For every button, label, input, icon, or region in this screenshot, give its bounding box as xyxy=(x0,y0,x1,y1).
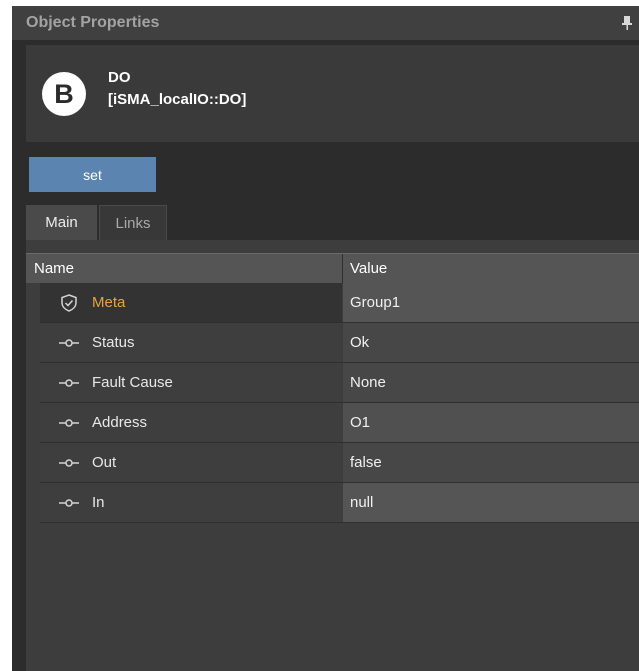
column-header-name[interactable]: Name xyxy=(34,254,74,283)
table-row-in[interactable]: In null xyxy=(26,483,639,523)
property-name: Address xyxy=(92,414,148,431)
pin-icon[interactable] xyxy=(621,15,633,31)
table-header: Name Value xyxy=(26,253,639,283)
property-value-cell[interactable]: Group1 xyxy=(343,283,639,322)
property-value: Ok xyxy=(350,334,370,351)
row-divider xyxy=(40,522,639,523)
tab-links[interactable]: Links xyxy=(99,205,167,240)
tab-main[interactable]: Main xyxy=(26,205,97,240)
column-header-value[interactable]: Value xyxy=(350,254,387,283)
property-name: Fault Cause xyxy=(92,374,173,391)
object-properties-panel: Object Properties B DO [iSMA_localIO::DO… xyxy=(12,6,639,671)
property-name-cell: Meta xyxy=(40,283,342,322)
properties-content: Name Value Meta Group1 Status Ok Fault C… xyxy=(26,240,639,671)
panel-title: Object Properties xyxy=(26,14,160,31)
slot-pin-icon xyxy=(59,499,79,507)
object-type-badge-icon: B xyxy=(42,72,86,116)
column-divider[interactable] xyxy=(342,254,343,283)
property-name-cell: Out xyxy=(40,443,342,482)
property-value: O1 xyxy=(350,414,371,431)
table-row-status[interactable]: Status Ok xyxy=(26,323,639,363)
property-value: false xyxy=(350,454,382,471)
property-value-cell[interactable]: false xyxy=(343,443,639,482)
slot-pin-icon xyxy=(59,339,79,347)
property-name-cell: In xyxy=(40,483,342,522)
property-name: In xyxy=(92,494,105,511)
property-value-cell[interactable]: O1 xyxy=(343,403,639,442)
property-name: Out xyxy=(92,454,117,471)
slot-pin-icon xyxy=(59,419,79,427)
slot-pin-icon xyxy=(59,379,79,387)
property-value-cell[interactable]: null xyxy=(343,483,639,522)
property-name-cell: Fault Cause xyxy=(40,363,342,402)
object-type: [iSMA_localIO::DO] xyxy=(108,91,247,108)
property-name-cell: Address xyxy=(40,403,342,442)
table-row-address[interactable]: Address O1 xyxy=(26,403,639,443)
property-name-cell: Status xyxy=(40,323,342,362)
shield-check-icon xyxy=(61,294,77,312)
property-value: None xyxy=(350,374,386,391)
object-name: DO xyxy=(108,69,131,86)
object-header: B DO [iSMA_localIO::DO] xyxy=(26,45,639,142)
panel-title-bar: Object Properties xyxy=(12,6,639,40)
property-value-cell[interactable]: None xyxy=(343,363,639,402)
table-row-out[interactable]: Out false xyxy=(26,443,639,483)
table-row-meta[interactable]: Meta Group1 xyxy=(26,283,639,323)
property-value-cell[interactable]: Ok xyxy=(343,323,639,362)
slot-pin-icon xyxy=(59,459,79,467)
property-name: Meta xyxy=(92,294,126,311)
set-button[interactable]: set xyxy=(29,157,156,192)
property-value: null xyxy=(350,494,374,511)
property-value: Group1 xyxy=(350,294,401,311)
property-name: Status xyxy=(92,334,135,351)
properties-table: Meta Group1 Status Ok Fault Cause None A… xyxy=(26,283,639,523)
table-row-fault-cause[interactable]: Fault Cause None xyxy=(26,363,639,403)
